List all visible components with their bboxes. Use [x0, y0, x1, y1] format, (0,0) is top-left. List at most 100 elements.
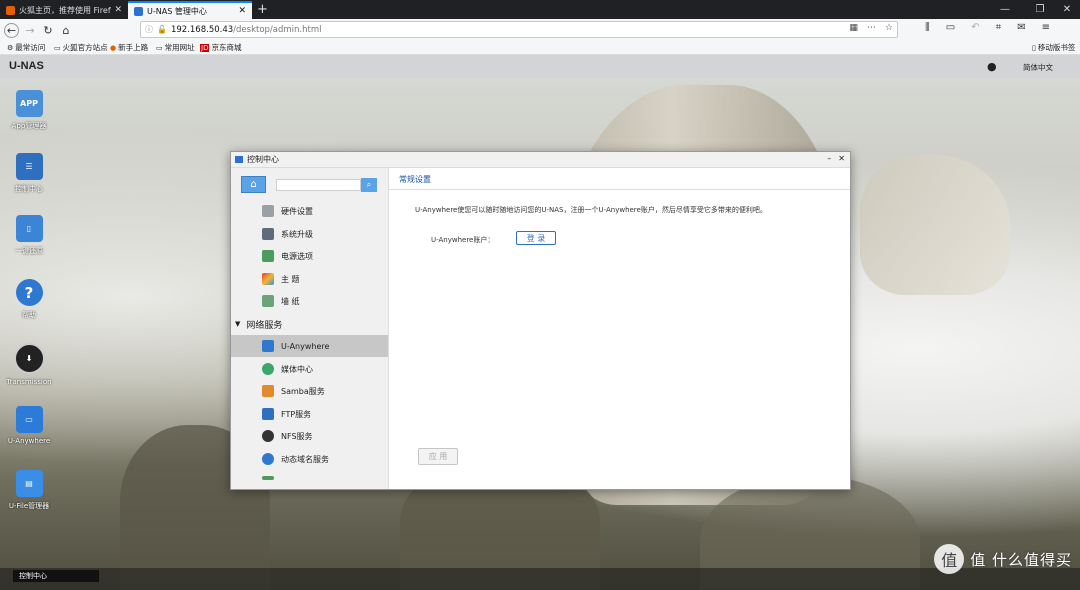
jd-icon: JD — [200, 43, 210, 52]
sidebar-item-label: Samba服务 — [281, 386, 325, 396]
url-host: 192.168.50.43 — [170, 24, 234, 35]
wallpaper-rock — [860, 155, 1010, 295]
control-center-window: 控制中心 – ✕ ⌂ ⌕ 硬件设置 系统升级 电源选项 主 题 墙 纸 ▼ 网络… — [230, 151, 851, 490]
search-button[interactable]: ⌕ — [361, 178, 377, 192]
settings-content: 常规设置 U-Anywhere使您可以随时随地访问您的U-NAS，注册一个U-A… — [389, 168, 850, 489]
reload-icon[interactable]: ↻ — [40, 22, 56, 38]
sidebar-item-label: NFS服务 — [281, 431, 313, 441]
desktop-icon-label: U-Anywhere — [7, 437, 51, 445]
browser-tab-bar: 火狐主页，推荐使用 Firefox 火 ✕ U-NAS 管理中心 ✕ + — ❐… — [0, 0, 1080, 19]
desktop-icon-transmission[interactable]: ⬇ Transmission — [6, 343, 52, 386]
monitor-icon: ▭ — [15, 406, 43, 433]
back-icon[interactable]: ← — [4, 23, 19, 38]
user-icon[interactable]: ● — [987, 60, 997, 73]
minimize-window-icon[interactable]: — — [990, 0, 1020, 19]
taskbar: 控制中心 — [0, 568, 1080, 590]
forward-icon[interactable]: → — [22, 22, 38, 38]
minimize-icon[interactable]: – — [827, 154, 831, 163]
language-selector[interactable]: 简体中文 — [1023, 62, 1053, 73]
bookmark-label: 移动版书签 — [1037, 43, 1076, 52]
sidebar-search-input[interactable] — [276, 179, 361, 191]
sidebar-item-label: FTP服务 — [281, 409, 312, 419]
bookmark-getting-started[interactable]: ● 新手上路 — [110, 42, 148, 53]
settings-sidebar: ⌂ ⌕ 硬件设置 系统升级 电源选项 主 题 墙 纸 ▼ 网络服务 U-Anyw… — [231, 168, 389, 489]
sidebar-group-network[interactable]: ▼ 网络服务 — [231, 315, 388, 333]
bookmark-common-sites[interactable]: ▭ 常用网址 — [156, 42, 195, 53]
bookmark-jd[interactable]: JD 京东商城 — [200, 42, 241, 53]
desktop-icon-u-file[interactable]: ▤ U-File管理器 — [6, 470, 52, 511]
apply-button[interactable]: 应 用 — [418, 448, 458, 465]
new-tab-icon[interactable]: + — [257, 2, 268, 17]
control-panel-icon — [235, 156, 243, 163]
media-center-icon — [262, 363, 274, 375]
sidebar-item-nfs[interactable]: NFS服务 — [231, 425, 388, 447]
bookmark-label: 京东商城 — [211, 43, 242, 52]
sidebar-item-media-center[interactable]: 媒体中心 — [231, 358, 388, 380]
desktop-icon-app-manager[interactable]: APP App管理器 — [6, 90, 52, 131]
sidebar-item-theme[interactable]: 主 题 — [231, 268, 388, 290]
bookmark-label: 火狐官方站点 — [62, 43, 108, 52]
close-tab-icon[interactable]: ✕ — [238, 6, 246, 16]
menu-icon[interactable]: ≡ — [1042, 22, 1050, 33]
close-tab-icon[interactable]: ✕ — [114, 5, 122, 15]
bookmark-star-icon[interactable]: ☆ — [885, 23, 893, 33]
u-anywhere-icon — [262, 340, 274, 352]
sidebar-item-ddns[interactable]: 动态域名服务 — [231, 448, 388, 470]
qr-code-icon[interactable]: ▦ — [849, 23, 858, 33]
tab-label: U-NAS 管理中心 — [147, 6, 207, 16]
upgrade-icon — [262, 228, 274, 240]
sidebar-item-u-anywhere[interactable]: U-Anywhere — [231, 335, 388, 357]
sidebar-item-label: 硬件设置 — [281, 206, 313, 216]
sidebar-item-label: 电源选项 — [281, 251, 313, 261]
section-title: 常规设置 — [399, 175, 431, 184]
description-text: U-Anywhere使您可以随时随地访问您的U-NAS，注册一个U-Anywhe… — [415, 206, 767, 214]
transmission-icon: ⬇ — [13, 343, 45, 374]
mobile-bookmarks[interactable]: ▯ 移动版书签 — [1032, 42, 1075, 53]
bookmark-firefox-site[interactable]: ▭ 火狐官方站点 — [54, 42, 108, 53]
sidebar-item-partial[interactable] — [231, 471, 388, 489]
url-bar[interactable]: ⓘ 🔓 192.168.50.43 /desktop/admin.html ▦ … — [140, 21, 898, 38]
info-icon[interactable]: ⓘ — [145, 24, 153, 35]
library-icon[interactable]: ⫼ — [925, 22, 930, 33]
window-title: 控制中心 — [247, 155, 279, 164]
undo-icon[interactable]: ↶ — [971, 22, 979, 33]
sidebar-item-ftp[interactable]: FTP服务 — [231, 403, 388, 425]
sidebar-item-samba[interactable]: Samba服务 — [231, 380, 388, 402]
desktop-icon-label: 帮助 — [22, 311, 36, 319]
browser-tab-unas[interactable]: U-NAS 管理中心 ✕ — [128, 1, 252, 19]
desktop-icon-control-center[interactable]: ☰ 控制中心 — [6, 153, 52, 194]
unas-favicon-icon — [134, 6, 143, 16]
desktop-icon-u-anywhere[interactable]: ▭ U-Anywhere — [6, 406, 52, 445]
sidebar-icon[interactable]: ▭ — [946, 22, 955, 33]
desktop-icon-label: U-File管理器 — [8, 502, 50, 510]
home-icon[interactable]: ⌂ — [58, 22, 74, 38]
bookmark-label: 常用网址 — [164, 43, 195, 52]
desktop-icon-help[interactable]: ? 帮助 — [6, 279, 52, 320]
taskbar-item-control-center[interactable]: 控制中心 — [13, 570, 99, 582]
smzdm-logo-icon: 值 — [934, 544, 965, 574]
gear-icon: ⚙ — [7, 43, 14, 52]
theme-icon — [262, 273, 274, 285]
url-path: /desktop/admin.html — [233, 24, 322, 35]
sidebar-item-upgrade[interactable]: 系统升级 — [231, 223, 388, 245]
hardware-icon — [262, 205, 274, 217]
folder-icon: ▭ — [156, 43, 163, 52]
bookmark-most-visited[interactable]: ⚙ 最常访问 — [7, 42, 45, 53]
desktop-icon-one-click-restore[interactable]: ▯ 一键还原 — [6, 215, 52, 256]
close-icon[interactable]: ✕ — [838, 154, 845, 163]
home-button[interactable]: ⌂ — [241, 176, 266, 193]
screenshot-icon[interactable]: ⌗ — [996, 22, 1002, 33]
browser-tab-firefox-home[interactable]: 火狐主页，推荐使用 Firefox 火 ✕ — [0, 1, 128, 19]
sidebar-item-power[interactable]: 电源选项 — [231, 245, 388, 267]
login-button[interactable]: 登 录 — [516, 231, 556, 245]
page-actions-icon[interactable]: ⋯ — [867, 23, 876, 33]
window-titlebar[interactable]: 控制中心 – ✕ — [231, 152, 850, 168]
app-store-icon: APP — [15, 90, 43, 117]
maximize-window-icon[interactable]: ❐ — [1025, 0, 1055, 19]
firefox-icon — [6, 5, 15, 15]
sidebar-item-hardware[interactable]: 硬件设置 — [231, 200, 388, 222]
close-window-icon[interactable]: ✕ — [1052, 0, 1080, 19]
sidebar-item-wallpaper[interactable]: 墙 纸 — [231, 290, 388, 312]
triangle-down-icon: ▼ — [235, 320, 241, 328]
chat-icon[interactable]: ✉ — [1017, 22, 1025, 33]
